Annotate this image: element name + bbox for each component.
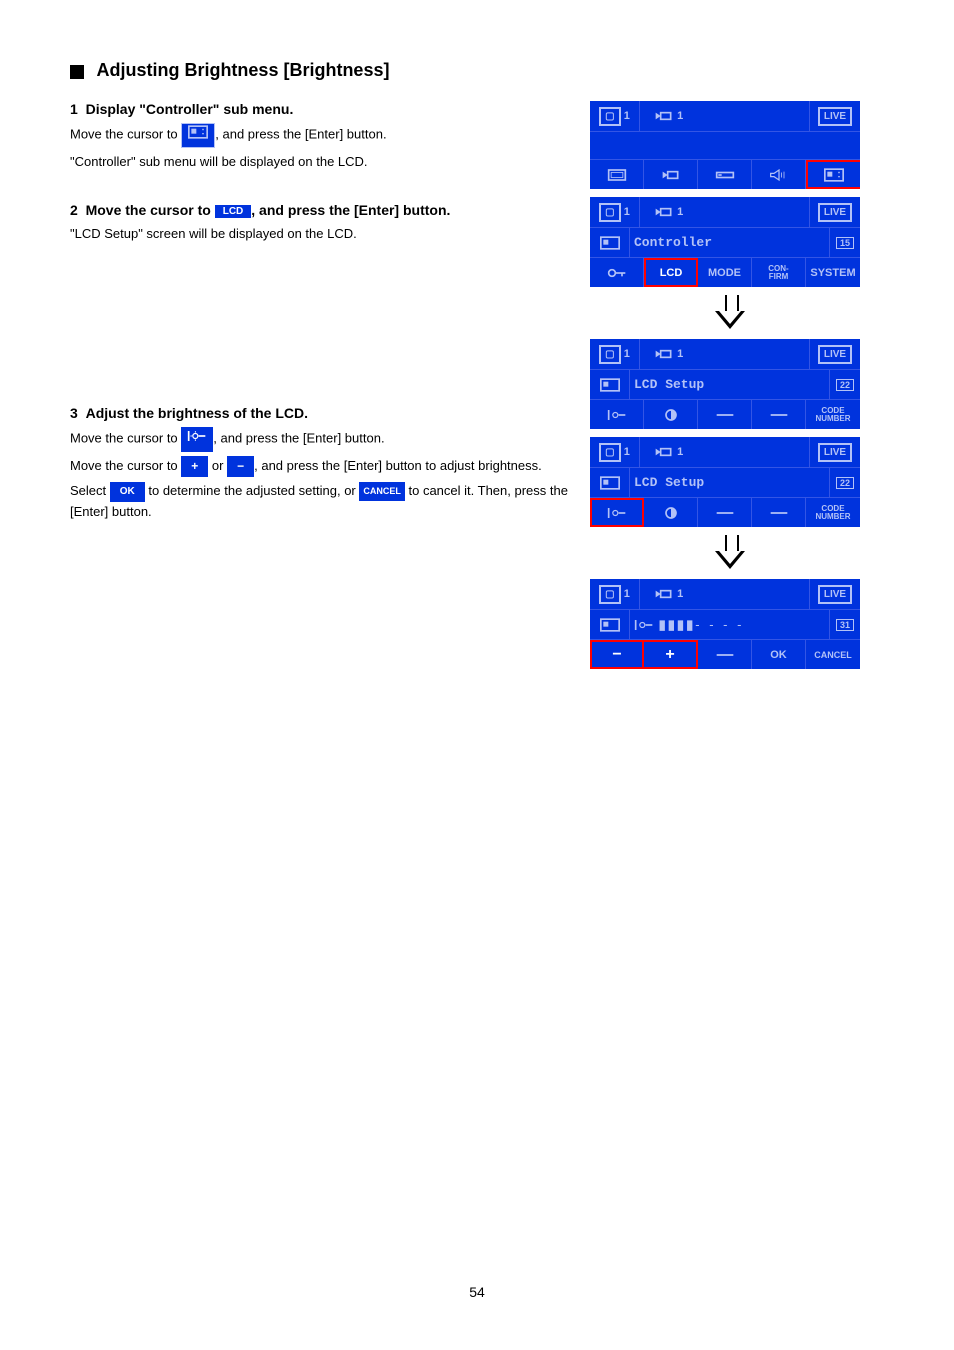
step-1-title: 1 Display "Controller" sub menu. <box>70 101 570 117</box>
badge: 22 <box>830 370 860 399</box>
step-3-line-1: Move the cursor to , and press the [Ente… <box>70 427 570 452</box>
arrow-down-icon <box>715 535 745 571</box>
lcd-screen-3: ▢ 1 1 LIVE LCD Setup 22 CODENUMBER <box>590 339 860 429</box>
controller-icon <box>181 123 215 148</box>
lcd-icon: LCD <box>215 205 252 218</box>
step-2-line-1: "LCD Setup" screen will be displayed on … <box>70 224 570 245</box>
plus-icon: + <box>181 456 208 477</box>
step-3-line-3: Select OK to determine the adjusted sett… <box>70 481 570 523</box>
ok-icon: OK <box>110 482 145 502</box>
step-3: 3 Adjust the brightness of the LCD. Move… <box>70 405 570 522</box>
page-number: 54 <box>469 1284 485 1300</box>
brightness-menu-item <box>590 400 644 429</box>
camera-indicator: 1 <box>640 437 810 467</box>
live-indicator: LIVE <box>810 197 860 227</box>
cancel-button: CANCEL <box>806 640 860 669</box>
empty-menu-item <box>698 400 752 429</box>
code-number-menu-item: CODENUMBER <box>806 400 860 429</box>
menu-title: LCD Setup <box>630 468 830 497</box>
lcd-screen-5: ▢ 1 1 LIVE ▮▮▮▮- - - - 31 − + OK CANCEL <box>590 579 860 669</box>
recorder-menu-icon <box>698 160 752 189</box>
lcd-screen-1: ▢ 1 1 LIVE <box>590 101 860 189</box>
camera-indicator: 1 <box>640 579 810 609</box>
empty-menu-item <box>698 640 752 669</box>
empty-menu-item <box>752 498 806 527</box>
minus-button[interactable]: − <box>590 640 644 669</box>
menu-title: Controller <box>630 228 830 257</box>
contrast-menu-item <box>644 400 698 429</box>
empty-menu-item <box>698 498 752 527</box>
brightness-menu-item[interactable] <box>590 498 644 527</box>
camera-menu-icon <box>644 160 698 189</box>
contrast-menu-item <box>644 498 698 527</box>
camera-indicator: 1 <box>640 101 810 131</box>
monitor-indicator: ▢ 1 <box>590 197 640 227</box>
step-2-title: 2 Move the cursor to LCD, and press the … <box>70 202 570 218</box>
badge: 15 <box>830 228 860 257</box>
brightness-icon <box>181 427 213 452</box>
brightness-level: ▮▮▮▮- - - - <box>630 610 830 639</box>
step-1-line-2: "Controller" sub menu will be displayed … <box>70 152 570 173</box>
controller-icon <box>590 228 630 257</box>
monitor-indicator: ▢ 1 <box>590 339 640 369</box>
cancel-icon: CANCEL <box>359 482 405 500</box>
plus-button[interactable]: + <box>644 640 698 669</box>
step-1-line-1: Move the cursor to , and press the [Ente… <box>70 123 570 148</box>
camera-indicator: 1 <box>640 339 810 369</box>
system-menu-item: SYSTEM <box>806 258 860 287</box>
empty-menu-item <box>752 400 806 429</box>
section-title: Adjusting Brightness [Brightness] <box>96 60 389 80</box>
code-number-menu-item: CODENUMBER <box>806 498 860 527</box>
step-2: 2 Move the cursor to LCD, and press the … <box>70 202 570 245</box>
confirm-menu-item: CON-FIRM <box>752 258 806 287</box>
monitor-indicator: ▢ 1 <box>590 437 640 467</box>
monitor-indicator: ▢ 1 <box>590 579 640 609</box>
controller-icon <box>590 370 630 399</box>
lcd-screen-4: ▢ 1 1 LIVE LCD Setup 22 CODENUMBER <box>590 437 860 527</box>
step-3-title: 3 Adjust the brightness of the LCD. <box>70 405 570 421</box>
menu-title: LCD Setup <box>630 370 830 399</box>
badge: 22 <box>830 468 860 497</box>
key-icon <box>590 258 644 287</box>
lcd-menu-item[interactable]: LCD <box>644 258 698 287</box>
camera-indicator: 1 <box>640 197 810 227</box>
ok-button: OK <box>752 640 806 669</box>
live-indicator: LIVE <box>810 339 860 369</box>
speaker-menu-icon <box>752 160 806 189</box>
step-3-line-2: Move the cursor to + or −, and press the… <box>70 456 570 477</box>
live-indicator: LIVE <box>810 101 860 131</box>
live-indicator: LIVE <box>810 579 860 609</box>
live-indicator: LIVE <box>810 437 860 467</box>
mode-menu-item: MODE <box>698 258 752 287</box>
section-heading: Adjusting Brightness [Brightness] <box>70 60 884 81</box>
minus-icon: − <box>227 456 254 477</box>
controller-icon <box>590 468 630 497</box>
square-bullet-icon <box>70 65 84 79</box>
controller-icon <box>590 610 630 639</box>
badge: 31 <box>830 610 860 639</box>
controller-menu-icon[interactable] <box>806 160 860 189</box>
monitor-menu-icon <box>590 160 644 189</box>
monitor-indicator: ▢ 1 <box>590 101 640 131</box>
arrow-down-icon <box>715 295 745 331</box>
lcd-screen-2: ▢ 1 1 LIVE Controller 15 LCD MODE CON-FI… <box>590 197 860 287</box>
step-1: 1 Display "Controller" sub menu. Move th… <box>70 101 570 172</box>
